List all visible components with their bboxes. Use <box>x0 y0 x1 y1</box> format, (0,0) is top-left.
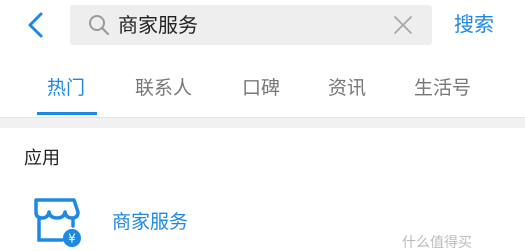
tab-koubei[interactable]: 口碑 <box>242 76 280 100</box>
clear-icon[interactable] <box>392 14 414 36</box>
search-icon <box>89 15 110 36</box>
search-box[interactable] <box>70 5 432 45</box>
section-divider <box>0 117 525 128</box>
tab-news[interactable]: 资讯 <box>328 76 366 100</box>
tab-contacts[interactable]: 联系人 <box>135 76 192 100</box>
app-name: 商家服务 <box>112 211 189 233</box>
tab-active-indicator <box>37 112 97 115</box>
search-input[interactable] <box>118 5 378 45</box>
top-bar: 搜索 <box>0 0 525 54</box>
tab-bar: 热门 联系人 口碑 资讯 生活号 <box>0 64 525 118</box>
section-title: 应用 <box>24 148 60 169</box>
merchant-store-icon: ¥ <box>34 198 81 247</box>
tab-hot[interactable]: 热门 <box>47 76 85 100</box>
back-arrow-icon[interactable] <box>20 8 54 42</box>
search-button[interactable]: 搜索 <box>454 11 494 37</box>
tab-life-accounts[interactable]: 生活号 <box>414 76 471 100</box>
svg-text:¥: ¥ <box>68 232 76 246</box>
